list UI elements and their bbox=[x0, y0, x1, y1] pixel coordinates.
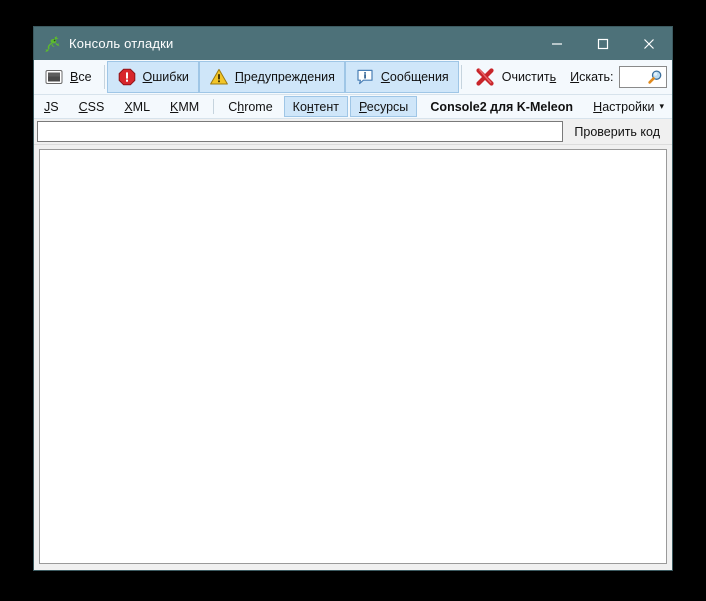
tabbar-separator bbox=[213, 99, 215, 114]
tab-label-css: CSS bbox=[78, 99, 105, 114]
filter-toolbar: Все Ошибки Предупреждения Сообщения Очис… bbox=[34, 60, 672, 95]
toolbar-separator-1 bbox=[103, 65, 105, 89]
settings-menu[interactable]: Настройки ▾ bbox=[585, 95, 672, 118]
settings-label: Настройки bbox=[593, 99, 655, 114]
tab-label-resources: Ресурсы bbox=[358, 99, 409, 114]
search-label: Искать: bbox=[570, 70, 614, 84]
chevron-down-icon: ▾ bbox=[659, 101, 664, 111]
window-title: Консоль отладки bbox=[69, 36, 174, 51]
warning-triangle-icon bbox=[209, 67, 229, 87]
code-eval-row: Проверить код bbox=[34, 119, 672, 145]
filter-label-errors: Ошибки bbox=[142, 70, 189, 84]
tab-label-js: JS bbox=[44, 99, 59, 114]
tab-label-content: Контент bbox=[292, 99, 339, 114]
debug-console-window: Консоль отладки Все Ошибки Предупреждени… bbox=[33, 26, 673, 571]
filter-button-warnings[interactable]: Предупреждения bbox=[198, 61, 345, 93]
filter-label-warnings: Предупреждения bbox=[234, 70, 335, 84]
tab-css[interactable]: CSS bbox=[70, 96, 114, 117]
clear-button[interactable]: Очистить bbox=[464, 61, 566, 93]
filter-label-all: Все bbox=[70, 70, 92, 84]
console-pane bbox=[34, 145, 672, 570]
tab-label-xml: XML bbox=[124, 99, 151, 114]
evaluate-code-button[interactable]: Проверить код bbox=[565, 120, 669, 144]
filter-label-messages: Сообщения bbox=[380, 70, 449, 84]
tab-label-kmm: KMM bbox=[170, 99, 200, 114]
filter-button-all[interactable]: Все bbox=[34, 61, 102, 93]
magnifier-icon[interactable] bbox=[647, 69, 663, 85]
minimize-button[interactable] bbox=[534, 27, 580, 60]
maximize-button[interactable] bbox=[580, 27, 626, 60]
window-controls bbox=[534, 27, 672, 60]
screen-icon bbox=[44, 67, 64, 87]
clear-label: Очистить bbox=[501, 70, 557, 84]
category-tabbar: JS CSS XML KMM Chrome Контент Ресурсы Co… bbox=[34, 95, 672, 119]
search-box[interactable] bbox=[618, 66, 667, 88]
error-octagon-icon bbox=[117, 67, 137, 87]
filter-button-errors[interactable]: Ошибки bbox=[106, 61, 199, 93]
console-title: Console2 для K-Meleon bbox=[430, 99, 574, 114]
kmeleon-gecko-icon bbox=[42, 34, 62, 54]
tab-content[interactable]: Контент bbox=[283, 96, 348, 117]
tab-kmm[interactable]: KMM bbox=[161, 96, 208, 117]
tab-chrome[interactable]: Chrome bbox=[219, 96, 281, 117]
code-eval-input[interactable] bbox=[37, 121, 564, 142]
evaluate-code-label: Проверить код bbox=[574, 124, 660, 139]
screenshot-root: Консоль отладки Все Ошибки Предупреждени… bbox=[0, 0, 706, 601]
tab-label-chrome: Chrome bbox=[228, 99, 273, 114]
close-button[interactable] bbox=[626, 27, 672, 60]
console-output[interactable] bbox=[39, 149, 667, 564]
filter-button-messages[interactable]: Сообщения bbox=[344, 61, 459, 93]
title-bar: Консоль отладки bbox=[34, 27, 672, 60]
tab-xml[interactable]: XML bbox=[115, 96, 159, 117]
tab-js[interactable]: JS bbox=[35, 96, 68, 117]
clear-x-icon bbox=[474, 66, 496, 88]
info-bubble-icon bbox=[355, 67, 375, 87]
tab-resources[interactable]: Ресурсы bbox=[349, 96, 418, 117]
toolbar-separator-2 bbox=[460, 65, 462, 89]
